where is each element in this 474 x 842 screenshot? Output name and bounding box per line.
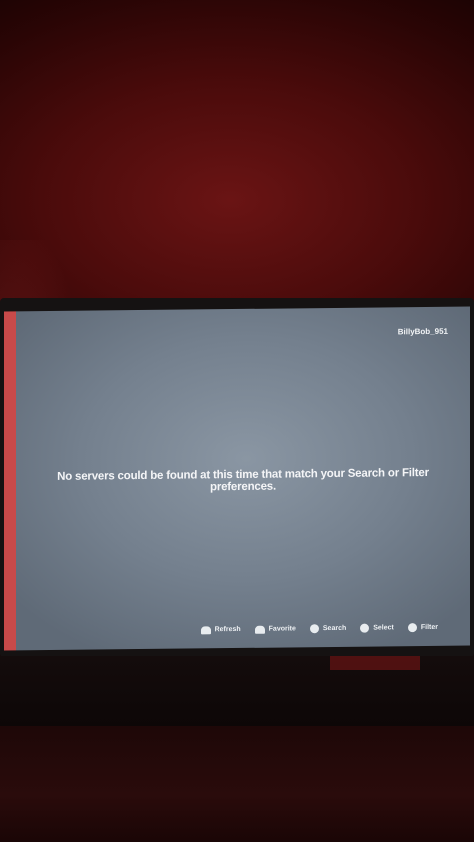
no-servers-message: No servers could be found at this time t… <box>57 466 429 494</box>
a-button-icon <box>360 623 370 633</box>
floor <box>0 726 474 842</box>
hint-refresh[interactable]: Refresh <box>200 625 241 634</box>
hint-refresh-label: Refresh <box>214 625 241 634</box>
hint-select[interactable]: Select <box>360 623 394 633</box>
hint-filter[interactable]: Filter <box>407 623 438 633</box>
hint-filter-label: Filter <box>420 623 438 632</box>
username-label: BillyBob_951 <box>397 326 448 337</box>
hint-favorite-label: Favorite <box>268 625 296 633</box>
server-browser-screen: BillyBob_951 No servers could be found a… <box>4 306 470 651</box>
y-button-icon <box>407 623 417 633</box>
x-button-icon <box>309 624 319 634</box>
right-bumper-icon <box>254 625 265 634</box>
hint-search[interactable]: Search <box>309 624 347 634</box>
photo-background: BillyBob_951 No servers could be found a… <box>0 0 474 842</box>
hint-search-label: Search <box>322 624 347 633</box>
hint-favorite[interactable]: Favorite <box>254 625 296 634</box>
left-bumper-icon <box>200 625 211 634</box>
button-hints-bar: Refresh Favorite Search Select Filter <box>200 623 438 634</box>
hint-select-label: Select <box>373 624 394 632</box>
stand-red-reflection <box>330 656 420 670</box>
